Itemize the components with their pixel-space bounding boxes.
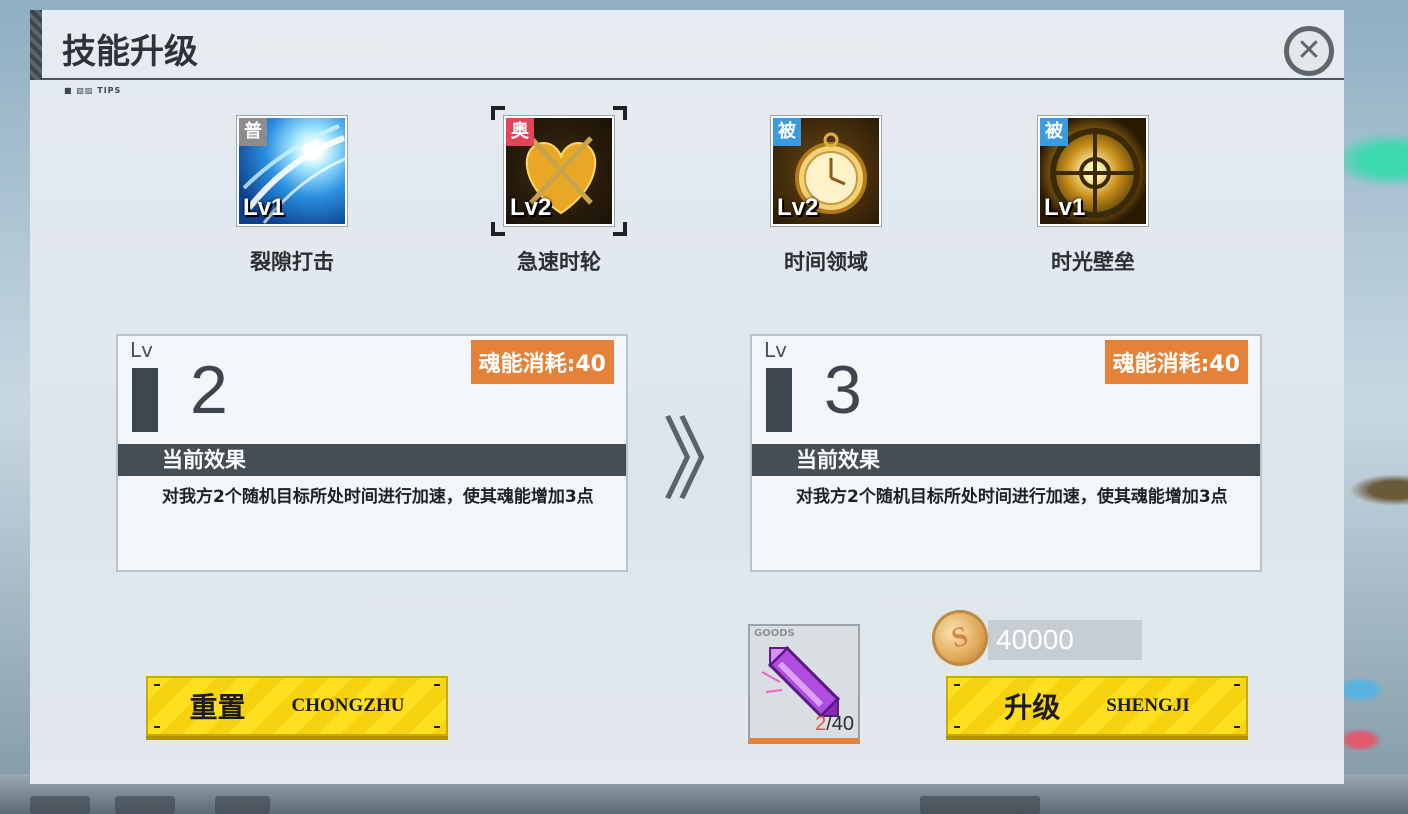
skill-upgrade-dialog: 技能升级 ✕ ■ ▨▨ TIPS 普 Lv1 裂隙打击 奥 Lv2 急速时轮 被… bbox=[30, 10, 1344, 784]
skill-item-1[interactable]: 普 Lv1 裂隙打击 bbox=[212, 116, 372, 276]
skill-type-badge: 被 bbox=[773, 118, 801, 146]
crosshair-icon: 被 Lv1 bbox=[1038, 116, 1148, 226]
current-level-value: 2 bbox=[190, 352, 228, 428]
blue-slash-icon: 普 Lv1 bbox=[237, 116, 347, 226]
skill-name: 急速时轮 bbox=[517, 250, 601, 274]
level-bar-decoration bbox=[766, 368, 792, 432]
effect-description: 对我方2个随机目标所处时间进行加速，使其魂能增加3点 bbox=[796, 487, 1228, 507]
reset-button-label: 重置 bbox=[189, 691, 246, 724]
skill-name: 时光壁垒 bbox=[1051, 250, 1135, 274]
level-label: Lv bbox=[764, 338, 787, 362]
pocket-watch-icon: 被 Lv2 bbox=[771, 116, 881, 226]
soul-energy-cost: 魂能消耗:40 bbox=[470, 340, 614, 384]
skill-type-badge: 被 bbox=[1040, 118, 1068, 146]
next-level-value: 3 bbox=[824, 352, 862, 428]
reset-button[interactable]: 重置 CHONGZHU bbox=[146, 676, 448, 736]
soul-energy-cost: 魂能消耗:40 bbox=[1104, 340, 1248, 384]
effect-title: 当前效果 bbox=[118, 444, 626, 476]
next-level-card: Lv 3 魂能消耗:40 当前效果 对我方2个随机目标所处时间进行加速，使其魂能… bbox=[750, 334, 1262, 572]
selection-corner bbox=[613, 106, 627, 120]
skill-type-badge: 普 bbox=[239, 118, 267, 146]
effect-title: 当前效果 bbox=[752, 444, 1260, 476]
skill-level: Lv2 bbox=[510, 194, 552, 221]
coin-cost: 40000 bbox=[988, 620, 1142, 660]
upgrade-button[interactable]: 升级 SHENGJI bbox=[946, 676, 1248, 736]
skill-type-badge: 奥 bbox=[506, 118, 534, 146]
golden-heart-icon: 奥 Lv2 bbox=[504, 116, 614, 226]
skill-level: Lv1 bbox=[243, 194, 285, 221]
skill-level: Lv1 bbox=[1044, 194, 1086, 221]
selection-corner bbox=[491, 222, 505, 236]
next-level-arrow-icon: 》 bbox=[662, 408, 752, 513]
material-required: /40 bbox=[826, 713, 854, 735]
selection-corner bbox=[613, 222, 627, 236]
skill-item-2[interactable]: 奥 Lv2 急速时轮 bbox=[479, 106, 639, 276]
skill-name: 裂隙打击 bbox=[250, 250, 334, 274]
title-stripe-decoration bbox=[30, 10, 42, 80]
skill-item-4[interactable]: 被 Lv1 时光壁垒 bbox=[1013, 116, 1173, 276]
effect-description: 对我方2个随机目标所处时间进行加速，使其魂能增加3点 bbox=[162, 487, 594, 507]
material-count: 2/40 bbox=[815, 713, 854, 736]
close-button[interactable]: ✕ bbox=[1284, 26, 1334, 76]
level-bar-decoration bbox=[132, 368, 158, 432]
material-current: 2 bbox=[815, 713, 827, 735]
level-label: Lv bbox=[130, 338, 153, 362]
skill-level: Lv2 bbox=[777, 194, 819, 221]
upgrade-button-sublabel: SHENGJI bbox=[1106, 695, 1190, 716]
current-level-card: Lv 2 魂能消耗:40 当前效果 对我方2个随机目标所处时间进行加速，使其魂能… bbox=[116, 334, 628, 572]
upgrade-material-item[interactable]: GOODS 2/40 bbox=[748, 624, 860, 744]
selection-corner bbox=[491, 106, 505, 120]
reset-button-sublabel: CHONGZHU bbox=[291, 695, 405, 716]
tips-label: ■ ▨▨ TIPS bbox=[64, 86, 122, 95]
coin-icon: S bbox=[925, 603, 995, 673]
upgrade-button-label: 升级 bbox=[1004, 691, 1061, 724]
skill-item-3[interactable]: 被 Lv2 时间领域 bbox=[746, 116, 906, 276]
close-icon: ✕ bbox=[1296, 33, 1322, 68]
dialog-title: 技能升级 bbox=[62, 32, 198, 72]
title-bar: 技能升级 ✕ bbox=[30, 10, 1344, 80]
skill-name: 时间领域 bbox=[784, 250, 868, 274]
